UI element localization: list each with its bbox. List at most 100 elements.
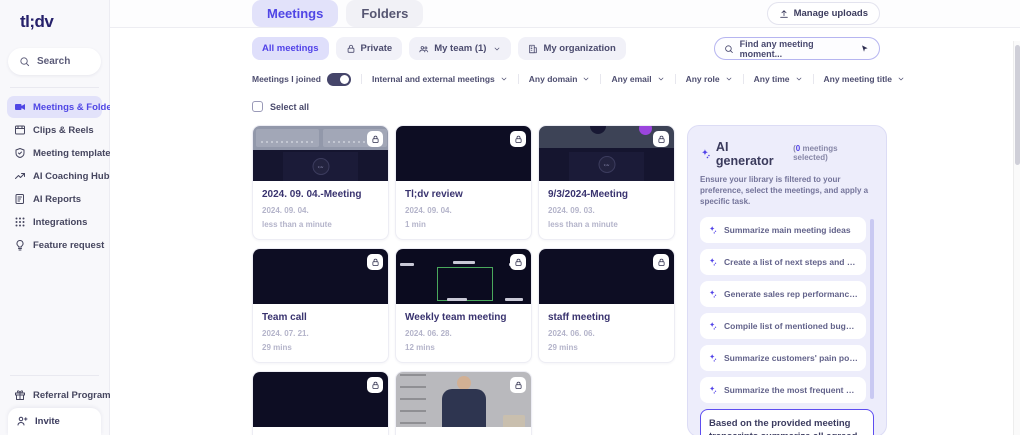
meeting-date: 2024. 06. 06. <box>548 329 665 338</box>
sidebar-item[interactable]: AI Reports <box>7 188 102 210</box>
sidebar-item[interactable]: Feature request <box>7 234 102 256</box>
meetings-grid: tl;dv 2024. 09. 04.-Meeting 2024. 09 <box>252 125 675 435</box>
chip-label: My team (1) <box>434 43 486 54</box>
manage-uploads-button[interactable]: Manage uploads <box>767 2 880 25</box>
sidebar-item-invite[interactable]: Invite <box>8 408 101 435</box>
ai-prompt-label: Compile list of mentioned bugs/technical… <box>724 321 858 331</box>
ai-prompt-label: Summarize main meeting ideas <box>724 225 851 235</box>
page-scrollbar-thumb[interactable] <box>1015 45 1020 165</box>
meeting-card[interactable]: tl;dv Team call 2024. 07. 21. <box>252 248 389 363</box>
filter-dropdown[interactable]: Any meeting title <box>813 74 915 84</box>
meeting-title: Weekly team meeting <box>405 312 522 323</box>
select-all-label: Select all <box>270 102 309 112</box>
meeting-thumbnail: tl;dv <box>253 249 388 304</box>
filter-dropdown[interactable]: Any time <box>743 74 813 84</box>
meeting-duration: 12 mins <box>405 343 522 352</box>
sidebar-item-label: Meetings & Folders <box>33 102 121 113</box>
filter-dropdown[interactable]: Internal and external meetings <box>361 74 518 84</box>
meetings-i-joined-label: Meetings I joined <box>252 74 321 84</box>
app-window: tl;dv Search Meetings & Folders Clips & … <box>0 0 1020 435</box>
main-content: Meetings Folders Manage uploads All mee <box>110 0 1020 435</box>
ai-prompt-button[interactable]: Summarize the most frequent customer ... <box>700 377 866 403</box>
meeting-card[interactable]: tl;dv staff meeting 2024. 06. 06. <box>538 248 675 363</box>
meeting-date: 2024. 06. 28. <box>405 329 522 338</box>
sidebar-item[interactable]: Integrations <box>7 211 102 233</box>
sparkle-icon <box>708 257 718 267</box>
sparkle-icon <box>708 289 718 299</box>
filter-dropdown-label: Any time <box>754 74 790 84</box>
ai-prompt-label: Summarize the most frequent customer ... <box>724 385 858 395</box>
sidebar-item[interactable]: Meetings & Folders <box>7 96 102 118</box>
sidebar-search-label: Search <box>37 56 70 67</box>
meeting-duration: 1 min <box>405 220 522 229</box>
meeting-card[interactable]: tl;dv 9/3/2024-Meeting 2024. 09. 03. <box>538 125 675 240</box>
lock-icon <box>653 254 669 270</box>
meeting-card[interactable]: tl;dv 2024. 09. 04.-Meeting 2024. 09 <box>252 125 389 240</box>
sparkle-icon <box>700 148 712 160</box>
meeting-thumbnail: tl;dv <box>396 249 531 304</box>
meeting-thumbnail: tl;dv <box>539 126 674 181</box>
scope-chip[interactable]: Private <box>336 37 403 60</box>
page-scrollbar[interactable] <box>1013 41 1020 435</box>
meeting-date: 2024. 09. 03. <box>548 206 665 215</box>
view-tab[interactable]: Folders <box>346 0 423 27</box>
sidebar-item-label: AI Reports <box>33 194 81 205</box>
meeting-thumbnail: tl;dv <box>539 249 674 304</box>
meeting-card[interactable]: tl;dv Meeting transcript 2024. 05. 1 <box>252 371 389 435</box>
chip-label: My organization <box>543 43 615 54</box>
tldv-logo: tl;dv <box>0 0 109 42</box>
search-icon <box>724 44 734 54</box>
sidebar-item[interactable]: Clips & Reels <box>7 119 102 141</box>
prompt-list-scrollbar[interactable] <box>870 219 874 399</box>
sidebar-item[interactable]: AI Coaching Hub <box>7 165 102 187</box>
meetings-i-joined-toggle[interactable] <box>327 73 351 86</box>
meeting-date: 2024. 07. 21. <box>262 329 379 338</box>
filter-row: All meetings Private My team (1) <box>252 37 880 60</box>
ai-prompt-button[interactable]: Generate sales rep performance report <box>700 281 866 307</box>
sparkle-icon <box>708 225 718 235</box>
meeting-duration: 29 mins <box>548 343 665 352</box>
meeting-card[interactable]: tl;dv How to Start an Ecommerce B... <box>395 371 532 435</box>
ai-prompt-button[interactable]: Compile list of mentioned bugs/technical… <box>700 313 866 339</box>
chip-icon <box>346 44 356 54</box>
ai-prompt-button[interactable]: Create a list of next steps and action i… <box>700 249 866 275</box>
meeting-title: 2024. 09. 04.-Meeting <box>262 189 379 200</box>
select-all-row: Select all <box>252 101 880 112</box>
ai-prompt-button[interactable]: Summarize main meeting ideas <box>700 217 866 243</box>
select-all-checkbox[interactable] <box>252 101 263 112</box>
scope-chip[interactable]: My team (1) <box>409 37 511 60</box>
sidebar-item-icon <box>14 193 26 205</box>
sidebar-bottom-divider <box>10 375 99 376</box>
referral-program-label: Referral Program <box>33 390 111 401</box>
invite-label: Invite <box>35 416 60 427</box>
filter-dropdown[interactable]: Any email <box>600 74 674 84</box>
meeting-thumbnail: tl;dv <box>253 372 388 427</box>
scope-chip[interactable]: My organization <box>518 37 625 60</box>
view-tab[interactable]: Meetings <box>252 0 338 27</box>
filter-dropdown-label: Any email <box>611 74 651 84</box>
gift-icon <box>14 389 26 401</box>
cursor-icon <box>860 44 870 54</box>
lock-icon <box>653 131 669 147</box>
moment-search-input[interactable]: Find any meeting moment... <box>714 37 880 60</box>
view-tabs: Meetings Folders <box>252 0 423 27</box>
meeting-card[interactable]: tl;dv Tl;dv review 2024. 09. 04. <box>395 125 532 240</box>
sidebar-item-label: Clips & Reels <box>33 125 94 136</box>
sparkle-icon <box>708 385 718 395</box>
sidebar-item-icon <box>14 239 26 251</box>
sidebar-search[interactable]: Search <box>8 48 101 75</box>
ai-task-textarea[interactable] <box>700 409 874 435</box>
sidebar-item-referral-program[interactable]: Referral Program <box>7 384 102 406</box>
chevron-down-icon <box>897 75 905 83</box>
meeting-card[interactable]: tl;dv Weekly team meeting 2024. 06. <box>395 248 532 363</box>
lock-icon <box>367 377 383 393</box>
sidebar-item[interactable]: Meeting templates <box>7 142 102 164</box>
scope-chip[interactable]: All meetings <box>252 37 329 60</box>
ai-prompt-button[interactable]: Summarize customers' pain points <box>700 345 866 371</box>
filter-dropdown[interactable]: Any domain <box>518 74 601 84</box>
person-add-icon <box>16 415 28 427</box>
sidebar: tl;dv Search Meetings & Folders Clips & … <box>0 0 110 435</box>
meeting-thumbnail: tl;dv <box>253 126 388 181</box>
filter-dropdown[interactable]: Any role <box>675 74 743 84</box>
meetings-i-joined-filter: Meetings I joined <box>252 73 361 86</box>
